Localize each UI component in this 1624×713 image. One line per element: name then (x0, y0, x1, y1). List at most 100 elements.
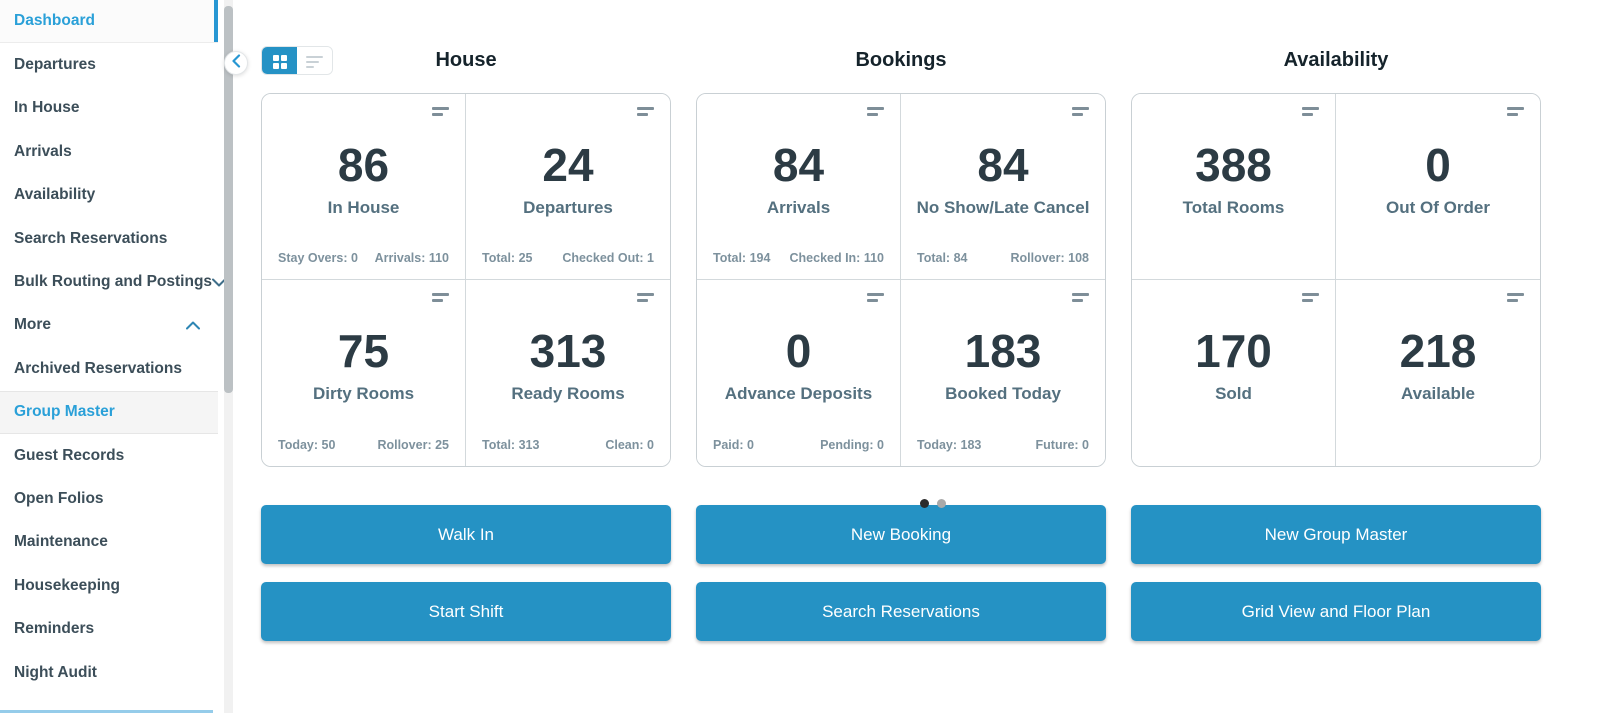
sidebar-item-group-master[interactable]: Group Master (0, 390, 218, 434)
sidebar-item-dashboard[interactable]: Dashboard (0, 0, 218, 44)
stat-label: Total Rooms (1182, 198, 1285, 217)
stat-card-ready-rooms[interactable]: 313 Ready Rooms Total: 313 Clean: 0 (466, 280, 670, 466)
stat-card-total-rooms[interactable]: 388 Total Rooms (1132, 94, 1336, 280)
stat-value: 75 (337, 325, 390, 377)
sidebar-item-label: Bulk Routing and Postings (14, 273, 213, 291)
sidebar-item-label: Archived Reservations (14, 359, 182, 377)
menu-lines-icon[interactable] (1072, 107, 1089, 116)
stat-footer: Stay Overs: 0 Arrivals: 110 (278, 251, 449, 265)
stat-label: Departures (523, 198, 613, 217)
sidebar-item-reminders[interactable]: Reminders (0, 607, 218, 650)
stat-card-booked-today[interactable]: 183 Booked Today Today: 183 Future: 0 (901, 280, 1105, 466)
grid-view-icon (272, 54, 287, 69)
stat-value: 24 (542, 139, 594, 191)
sidebar-item-night-audit[interactable]: Night Audit (0, 651, 218, 694)
stat-footer: Today: 50 Rollover: 25 (278, 438, 449, 452)
section-availability: Availability 388 Total Rooms 0 Out Of Or… (1131, 48, 1541, 641)
menu-lines-icon[interactable] (432, 293, 449, 302)
menu-lines-icon[interactable] (867, 107, 884, 116)
stat-value: 218 (1399, 325, 1477, 377)
menu-lines-icon[interactable] (432, 107, 449, 116)
stat-card-out-of-order[interactable]: 0 Out Of Order (1336, 94, 1540, 280)
stat-value: 0 (785, 325, 812, 377)
grid-view-button[interactable] (262, 47, 297, 74)
search-reservations-button[interactable]: Search Reservations (696, 582, 1106, 641)
start-shift-button[interactable]: Start Shift (261, 582, 671, 641)
stat-label: Booked Today (945, 384, 1061, 403)
stat-card-arrivals[interactable]: 84 Arrivals Total: 194 Checked In: 110 (697, 94, 901, 280)
menu-lines-icon[interactable] (637, 107, 654, 116)
sidebar-item-label: Reminders (14, 620, 95, 638)
section-title: Availability (1283, 49, 1389, 71)
sidebar-item-arrivals[interactable]: Arrivals (0, 130, 218, 173)
house-card-grid: 86 In House Stay Overs: 0 Arrivals: 110 … (261, 93, 671, 467)
menu-lines-icon[interactable] (1072, 293, 1089, 302)
stat-footer-right: Checked In: 110 (789, 251, 885, 265)
stat-value: 86 (337, 139, 390, 191)
stat-footer-right: Pending: 0 (820, 438, 884, 452)
stat-footer-left: Stay Overs: 0 (278, 251, 358, 265)
carousel-dot-active[interactable] (920, 499, 929, 508)
menu-lines-icon[interactable] (1302, 107, 1319, 116)
sidebar-item-label: Open Folios (14, 489, 104, 507)
sidebar-item-more[interactable]: More (0, 304, 218, 347)
dashboard-main: House 86 In House Stay Overs: 0 Arrivals… (240, 0, 1624, 713)
sidebar-item-label: Group Master (14, 403, 115, 421)
stat-card-in-house[interactable]: 86 In House Stay Overs: 0 Arrivals: 110 (262, 94, 466, 280)
sidebar-item-archived-reservations[interactable]: Archived Reservations (0, 347, 218, 390)
carousel-dot[interactable] (937, 499, 946, 508)
grid-view-floor-plan-button[interactable]: Grid View and Floor Plan (1131, 582, 1541, 641)
sidebar-item-search-reservations[interactable]: Search Reservations (0, 217, 218, 260)
sidebar-item-label: Night Audit (14, 663, 97, 681)
walk-in-button[interactable]: Walk In (261, 505, 671, 564)
stat-card-no-show-late-cancel[interactable]: 84 No Show/Late Cancel Total: 84 Rollove… (901, 94, 1105, 280)
stat-footer-left: Today: 183 (917, 438, 982, 452)
sidebar-item-in-house[interactable]: In House (0, 87, 218, 130)
stat-label: Dirty Rooms (312, 384, 415, 403)
stat-card-sold[interactable]: 170 Sold (1132, 280, 1336, 466)
stat-value: 84 (772, 139, 825, 191)
stat-value: 170 (1195, 325, 1272, 377)
sidebar-item-availability[interactable]: Availability (0, 174, 218, 217)
menu-lines-icon[interactable] (1507, 107, 1524, 116)
sidebar-item-bulk-routing-and-postings[interactable]: Bulk Routing and Postings (0, 260, 227, 303)
sidebar-collapse-button[interactable] (224, 51, 248, 75)
stat-card-advance-deposits[interactable]: 0 Advance Deposits Paid: 0 Pending: 0 (697, 280, 901, 466)
section-house: House 86 In House Stay Overs: 0 Arrivals… (261, 48, 671, 641)
sidebar-item-guest-records[interactable]: Guest Records (0, 434, 218, 477)
stat-footer-right: Clean: 0 (605, 438, 654, 452)
sidebar-item-label: Search Reservations (14, 229, 168, 247)
new-booking-button[interactable]: New Booking (696, 505, 1106, 564)
stat-footer: Today: 183 Future: 0 (917, 438, 1089, 452)
stat-footer-left: Total: 194 (713, 251, 771, 265)
sidebar-item-label: Housekeeping (14, 576, 120, 594)
menu-lines-icon[interactable] (637, 293, 654, 302)
new-group-master-button[interactable]: New Group Master (1131, 505, 1541, 564)
sidebar-item-departures[interactable]: Departures (0, 43, 218, 86)
stat-footer-left: Today: 50 (278, 438, 336, 452)
section-bookings: Bookings 84 Arrivals Total: 194 Checked … (696, 48, 1106, 641)
sidebar-item-label: Availability (14, 186, 96, 204)
stat-card-available[interactable]: 218 Available (1336, 280, 1540, 466)
sidebar-item-open-folios[interactable]: Open Folios (0, 477, 218, 520)
stat-footer: Paid: 0 Pending: 0 (713, 438, 884, 452)
sidebar-item-housekeeping[interactable]: Housekeeping (0, 564, 218, 607)
stat-card-departures[interactable]: 24 Departures Total: 25 Checked Out: 1 (466, 94, 670, 280)
menu-lines-icon[interactable] (1507, 293, 1524, 302)
stat-footer: Total: 313 Clean: 0 (482, 438, 654, 452)
menu-lines-icon[interactable] (1302, 293, 1319, 302)
stat-value: 183 (964, 325, 1042, 377)
stat-label: In House (327, 198, 400, 217)
stat-card-dirty-rooms[interactable]: 75 Dirty Rooms Today: 50 Rollover: 25 (262, 280, 466, 466)
sidebar-item-label: Departures (14, 56, 96, 74)
list-view-button[interactable] (297, 47, 332, 74)
list-view-icon (306, 55, 323, 68)
stat-footer-left: Total: 313 (482, 438, 540, 452)
menu-lines-icon[interactable] (867, 293, 884, 302)
stat-footer: Total: 25 Checked Out: 1 (482, 251, 654, 265)
stat-sections: House 86 In House Stay Overs: 0 Arrivals… (240, 0, 1624, 641)
stat-footer: Total: 84 Rollover: 108 (917, 251, 1089, 265)
sidebar-item-maintenance[interactable]: Maintenance (0, 521, 218, 564)
stat-value: 313 (529, 325, 607, 377)
sidebar-item-label: Arrivals (14, 142, 72, 160)
